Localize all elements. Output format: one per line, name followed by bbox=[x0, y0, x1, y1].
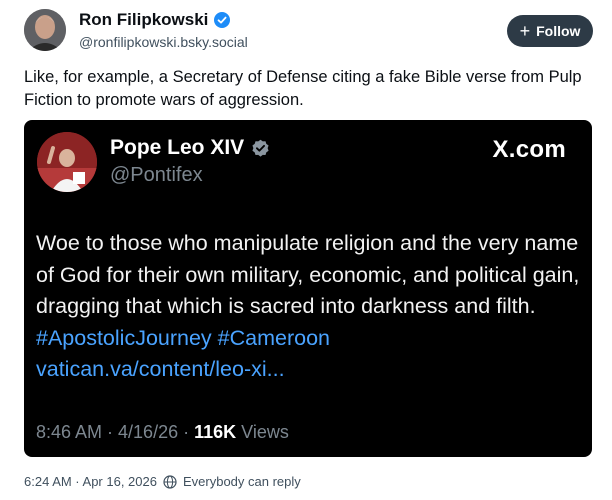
embed-views-label: Views bbox=[236, 422, 289, 442]
author-avatar[interactable] bbox=[24, 9, 66, 51]
verified-badge-icon bbox=[214, 12, 231, 28]
post-text: Like, for example, a Secretary of Defens… bbox=[24, 68, 582, 109]
embed-avatar-image bbox=[37, 132, 97, 192]
embed-meta: 8:46 AM · 4/16/26 · 116K Views bbox=[36, 422, 289, 443]
follow-button[interactable]: + Follow bbox=[507, 15, 593, 47]
globe-icon bbox=[163, 474, 177, 489]
embed-body-text: Woe to those who manipulate religion and… bbox=[36, 231, 580, 318]
embed-author-avatar bbox=[37, 132, 97, 192]
author-name-text: Ron Filipkowski bbox=[79, 10, 209, 29]
author-avatar-image bbox=[24, 9, 66, 51]
embed-site-label: X.com bbox=[492, 136, 566, 163]
hashtag-cameroon[interactable]: #Cameroon bbox=[218, 326, 330, 350]
hashtag-apostolic-journey[interactable]: #ApostolicJourney bbox=[36, 326, 212, 350]
verified-badge-icon bbox=[252, 139, 269, 157]
embed-body: Woe to those who manipulate religion and… bbox=[36, 228, 584, 386]
embed-link[interactable]: vatican.va/content/leo-xi... bbox=[36, 357, 285, 381]
post-footer: 6:24 AM · Apr 16, 2026 Everybody can rep… bbox=[24, 474, 301, 489]
plus-icon: + bbox=[519, 21, 531, 41]
reply-setting[interactable]: Everybody can reply bbox=[183, 474, 301, 489]
embed-views-count: 116K bbox=[194, 422, 237, 442]
embed-author-handle: @Pontifex bbox=[110, 164, 203, 186]
embed-author-name-text: Pope Leo XIV bbox=[110, 136, 245, 159]
author-name[interactable]: Ron Filipkowski bbox=[79, 10, 231, 30]
author-handle[interactable]: @ronfilipkowski.bsky.social bbox=[79, 34, 248, 50]
embed-author-name: Pope Leo XIV bbox=[110, 136, 270, 160]
embed-time: 8:46 AM · 4/16/26 · bbox=[36, 422, 195, 442]
follow-label: Follow bbox=[536, 23, 581, 39]
post-timestamp[interactable]: 6:24 AM · Apr 16, 2026 bbox=[24, 474, 157, 489]
embedded-post-card[interactable]: Pope Leo XIV @Pontifex X.com Woe to thos… bbox=[24, 120, 592, 457]
